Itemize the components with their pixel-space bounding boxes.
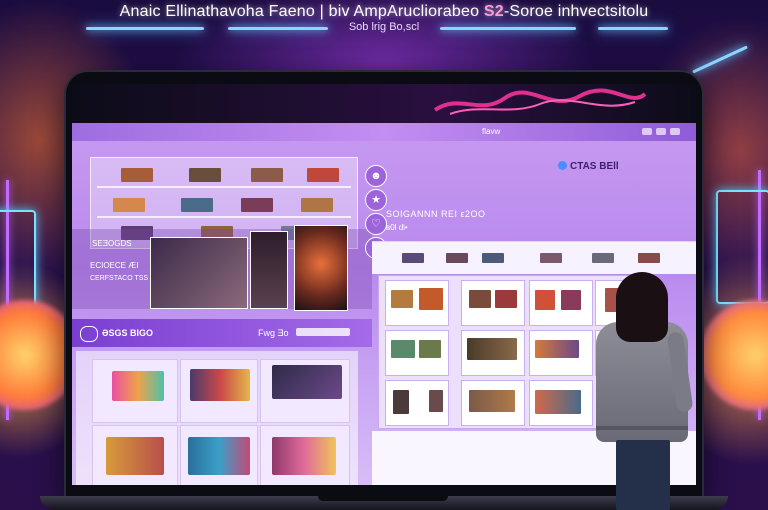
product-image <box>535 340 579 358</box>
promo-image[interactable] <box>250 231 288 309</box>
search-subtitle: ʙ0l di• <box>386 223 408 232</box>
section-search-bar[interactable] <box>296 328 350 336</box>
product-image <box>467 338 517 360</box>
brand-logo-tab[interactable] <box>540 253 562 263</box>
promo-image[interactable] <box>150 237 248 309</box>
product-image <box>391 340 415 358</box>
product-image <box>106 437 164 475</box>
product-image <box>535 290 555 310</box>
product-image <box>272 365 342 399</box>
promo-title: SEƎOGDS <box>92 239 132 248</box>
titlebar-label: flavw <box>482 127 501 136</box>
brand-logo-tab[interactable] <box>446 253 468 263</box>
product-image <box>188 437 250 475</box>
brand-logo-tab[interactable] <box>482 253 504 263</box>
promo-feature-image[interactable] <box>294 225 348 311</box>
window-titlebar: flavw <box>72 123 696 141</box>
product-image <box>469 390 515 412</box>
side-display-left <box>0 210 36 314</box>
product-image <box>393 390 409 414</box>
window-minimize-button[interactable] <box>642 128 652 135</box>
product-image <box>419 340 441 358</box>
brand-name: CTAS BEll <box>570 161 619 172</box>
product-image <box>535 390 581 414</box>
shopper-coat-hem <box>596 426 688 430</box>
product-image <box>419 288 443 310</box>
side-display-right <box>716 190 768 304</box>
section-icon <box>80 326 98 342</box>
shelf-product[interactable] <box>241 198 273 212</box>
shopper-legs <box>616 440 670 510</box>
store-brand[interactable]: CTAS BEll <box>558 161 619 172</box>
scene: Anaic Ellinathavoha Faeno | biv AmpArucl… <box>0 0 768 510</box>
shelf-product[interactable] <box>121 168 153 182</box>
product-image <box>429 390 443 412</box>
section-header: ƏSGS BIGO Fwg Ǝo <box>72 319 372 347</box>
promo-banner: SEƎOGDS ECIOECE ÆI CERFSTACO TSS ILN <box>72 225 372 311</box>
product-image <box>391 290 413 308</box>
shelf-product[interactable] <box>307 168 339 182</box>
shopper-figure <box>588 270 698 510</box>
product-image <box>495 290 517 308</box>
product-image <box>469 290 491 308</box>
shelf-divider <box>97 216 351 218</box>
shelf-product[interactable] <box>189 168 221 182</box>
headline-accent: S2 <box>483 3 504 20</box>
window-maximize-button[interactable] <box>656 128 666 135</box>
search-title: SOIGANNN REI ε2OO <box>386 209 486 219</box>
laptop-notch <box>318 496 448 501</box>
product-image <box>561 290 581 310</box>
headline-main: Anaic Ellinathavoha Faeno | biv AmpArucl… <box>119 3 484 20</box>
product-grid-left <box>76 351 358 485</box>
brand-logo-icon <box>558 161 567 170</box>
promo-line-1: ECIOECE ÆI <box>90 261 139 270</box>
subheadline: Sob lrig Bo,scl <box>348 21 420 33</box>
shopper-hair <box>616 272 668 342</box>
shelf-product[interactable] <box>181 198 213 212</box>
brand-logo-tab[interactable] <box>592 253 614 263</box>
search-area: SOIGANNN REI ε2OO ʙ0l di• <box>386 209 486 232</box>
left-column: SEƎOGDS ECIOECE ÆI CERFSTACO TSS ILN ƏSG… <box>72 141 387 485</box>
shelf-product[interactable] <box>113 198 145 212</box>
shelf-product[interactable] <box>301 198 333 212</box>
brand-logo-tab[interactable] <box>638 253 660 263</box>
product-image <box>112 371 164 401</box>
section-label: ƏSGS BIGO <box>102 328 154 338</box>
window-close-button[interactable] <box>670 128 680 135</box>
headline-tail: -Soroe inhvectsitolu <box>503 3 649 20</box>
shelf-divider <box>97 186 351 188</box>
brand-logo-tab[interactable] <box>402 253 424 263</box>
shelf-product[interactable] <box>251 168 283 182</box>
product-image <box>190 369 250 401</box>
headline: Anaic Ellinathavoha Faeno | biv AmpArucl… <box>0 3 768 21</box>
graffiti-decoration <box>433 88 647 115</box>
product-image <box>272 437 336 475</box>
section-link[interactable]: Fwg Ǝo <box>258 328 289 338</box>
